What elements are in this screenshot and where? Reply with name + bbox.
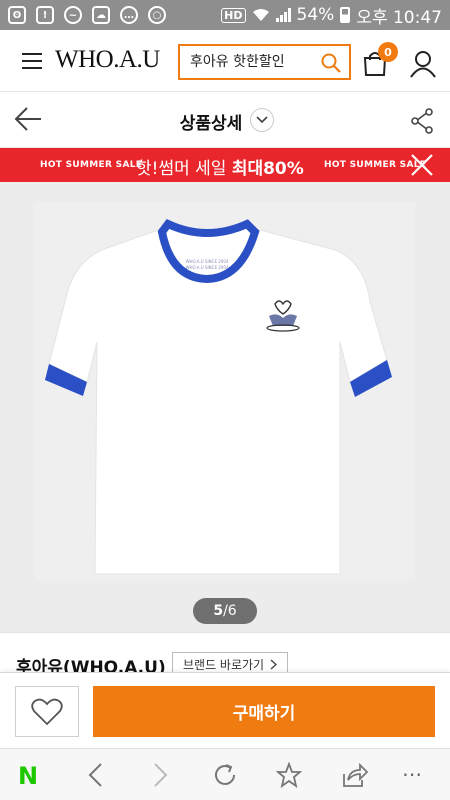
menu-icon[interactable] (22, 53, 42, 69)
search-input[interactable] (190, 54, 310, 70)
forward-icon[interactable] (153, 762, 169, 788)
product-photo: WHO.A.U SINCE 2004 WHO.A.U SINCE 2004 (35, 202, 415, 580)
wishlist-button[interactable] (15, 686, 79, 737)
image-pager: 5/6 (193, 598, 257, 624)
clock: 오후 10:47 (356, 7, 442, 28)
hd-indicator: HD (221, 7, 246, 23)
back-icon[interactable] (87, 762, 103, 788)
signal-icon (275, 8, 291, 22)
chevron-down-icon (256, 116, 268, 124)
brand-row: 후아유(WHO.A.U) 브랜드 바로가기 (0, 632, 450, 678)
chevron-right-icon (270, 658, 278, 670)
battery-percent: 54% (296, 5, 335, 25)
more-options-icon[interactable]: ⋯ (402, 762, 423, 786)
tshirt-image: WHO.A.U SINCE 2004 WHO.A.U SINCE 2004 (45, 219, 392, 575)
chat-icon: … (120, 6, 138, 24)
search-box[interactable] (178, 44, 351, 80)
messenger-icon: ~ (64, 6, 82, 24)
search-icon[interactable] (321, 53, 341, 73)
cart-count-badge: 0 (378, 42, 398, 62)
promo-headline: 핫!썸머 세일 최대80% (136, 159, 304, 179)
wifi-icon (252, 9, 269, 21)
notification-icons: ʘ ! ~ ☁ … ○ (8, 6, 166, 24)
purchase-bar: 구매하기 (0, 672, 450, 748)
naver-home-button[interactable]: N (18, 762, 38, 790)
promo-tag-left: HOT SUMMER SALE (40, 160, 143, 170)
buy-button[interactable]: 구매하기 (93, 686, 435, 737)
share-icon[interactable] (410, 108, 434, 134)
browser-toolbar: N ⋯ (0, 748, 450, 800)
close-icon[interactable] (410, 153, 434, 177)
share-page-icon[interactable] (340, 762, 368, 788)
bookmark-star-icon[interactable] (276, 762, 302, 788)
site-logo[interactable]: WHO.A.U (55, 46, 160, 74)
search-app-icon: ○ (148, 6, 166, 24)
app-notification-icon: ʘ (8, 6, 26, 24)
weather-icon: ☁ (92, 6, 110, 24)
refresh-icon[interactable] (212, 762, 238, 788)
page-subheader: 상품상세 (0, 92, 450, 148)
heart-icon (31, 698, 63, 725)
battery-icon (340, 7, 351, 23)
alert-notification-icon: ! (36, 6, 54, 24)
category-dropdown-button[interactable] (250, 108, 274, 132)
collar-print-text: WHO.A.U SINCE 2004 (186, 259, 229, 264)
user-icon[interactable] (410, 50, 436, 78)
product-image-gallery[interactable]: WHO.A.U SINCE 2004 WHO.A.U SINCE 2004 5/… (0, 182, 450, 632)
page-title: 상품상세 (179, 114, 243, 134)
promo-banner[interactable]: HOT SUMMER SALE 핫!썸머 세일 최대80% HOT SUMMER… (0, 148, 450, 182)
site-header: WHO.A.U 0 (0, 30, 450, 92)
status-bar: ʘ ! ~ ☁ … ○ HD 54% 오후 10:47 (0, 0, 450, 30)
collar-print-text-2: WHO.A.U SINCE 2004 (186, 265, 229, 270)
